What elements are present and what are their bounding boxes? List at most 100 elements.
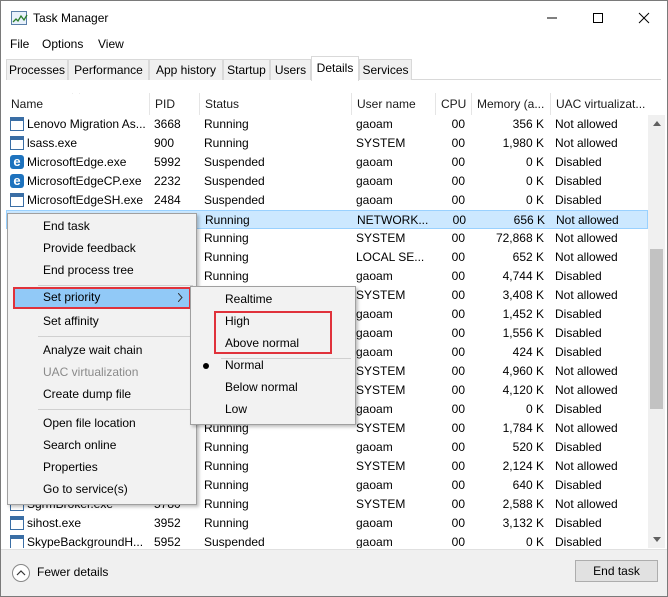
priority-normal[interactable]: Normal bbox=[191, 355, 355, 377]
cell-user: gaoam bbox=[356, 155, 393, 169]
column-header-uac-virtualization[interactable]: UAC virtualizat... bbox=[550, 93, 648, 115]
column-header-name[interactable]: Name bbox=[6, 93, 149, 115]
cell-name: MicrosoftEdgeSH.exe bbox=[27, 193, 144, 207]
menu-item-end-task[interactable]: End task bbox=[8, 216, 196, 238]
cell-pid: 2232 bbox=[154, 174, 181, 188]
cell-cpu: 00 bbox=[451, 193, 465, 207]
cell-mem: 3,132 K bbox=[502, 516, 544, 530]
minimize-icon bbox=[547, 17, 557, 19]
end-task-button[interactable]: End task bbox=[575, 560, 658, 582]
tab-services[interactable]: Services bbox=[359, 59, 412, 80]
menu-item-end-process-tree[interactable]: End process tree bbox=[8, 260, 196, 282]
maximize-button[interactable] bbox=[575, 1, 621, 35]
table-row[interactable]: e MicrosoftEdgeCP.exe 2232 Suspended gaoam 00… bbox=[6, 172, 648, 191]
menu-item-provide-feedback[interactable]: Provide feedback bbox=[8, 238, 196, 260]
cell-uac: Not allowed bbox=[555, 231, 618, 245]
menu-view[interactable]: View bbox=[98, 37, 124, 51]
menu-file[interactable]: File bbox=[10, 37, 29, 51]
cell-status: Suspended bbox=[204, 535, 265, 548]
table-row[interactable]: lsass.exe 900 Running SYSTEM 00 1,980 K Not al… bbox=[6, 134, 648, 153]
priority-submenu: Realtime High Above normal Normal Below … bbox=[190, 286, 356, 425]
column-header-memory[interactable]: Memory (a... bbox=[471, 93, 550, 115]
cell-cpu: 00 bbox=[451, 364, 465, 378]
minimize-button[interactable] bbox=[529, 1, 575, 35]
collapse-chevron-icon[interactable] bbox=[12, 564, 30, 582]
tab-startup[interactable]: Startup bbox=[223, 59, 270, 80]
column-header-user-name[interactable]: User name bbox=[351, 93, 435, 115]
cell-user: SYSTEM bbox=[356, 421, 406, 435]
cell-mem: 72,868 K bbox=[495, 231, 544, 245]
table-row[interactable]: Lenovo Migration As... 3668 Running gaoam 00… bbox=[6, 115, 648, 134]
table-row[interactable]: MicrosoftEdgeSH.exe 2484 Suspended gaoam 00 0… bbox=[6, 191, 648, 210]
menu-item-properties[interactable]: Properties bbox=[8, 457, 196, 479]
cell-uac: Disabled bbox=[555, 326, 602, 340]
menu-item-set-priority[interactable]: Set priority bbox=[13, 287, 191, 309]
cell-uac: Disabled bbox=[555, 193, 602, 207]
cell-uac: Not allowed bbox=[555, 250, 618, 264]
cell-mem: 356 K bbox=[512, 117, 544, 131]
column-header-status[interactable]: Status bbox=[199, 93, 351, 115]
menu-item-go-to-services[interactable]: Go to service(s) bbox=[8, 479, 196, 501]
scroll-down-arrow[interactable] bbox=[648, 531, 665, 548]
chevron-right-icon bbox=[178, 293, 183, 302]
cell-mem: 2,588 K bbox=[502, 497, 544, 511]
cell-mem: 1,784 K bbox=[502, 421, 544, 435]
column-header-cpu[interactable]: CPU bbox=[435, 93, 471, 115]
cell-name: SkypeBackgroundH... bbox=[27, 535, 144, 548]
menu-item-uac-virtualization: UAC virtualization bbox=[43, 365, 139, 379]
process-context-menu: End task Provide feedback End process tr… bbox=[7, 213, 197, 505]
scroll-thumb[interactable] bbox=[650, 249, 663, 409]
priority-realtime[interactable]: Realtime bbox=[191, 289, 355, 311]
tab-users[interactable]: Users bbox=[270, 59, 311, 80]
edge-icon: e bbox=[10, 174, 24, 188]
cell-cpu: 00 bbox=[451, 136, 465, 150]
priority-above-normal[interactable]: Above normal bbox=[191, 333, 355, 355]
cell-name: MicrosoftEdge.exe bbox=[27, 155, 127, 169]
menu-item-create-dump-file[interactable]: Create dump file bbox=[8, 384, 196, 406]
footer-bar: Fewer details End task bbox=[1, 549, 667, 596]
menu-item-search-online[interactable]: Search online bbox=[8, 435, 196, 457]
cell-mem: 4,120 K bbox=[502, 383, 544, 397]
cell-mem: 0 K bbox=[525, 193, 544, 207]
sort-ascending-icon bbox=[72, 93, 80, 94]
cell-cpu: 00 bbox=[451, 459, 465, 473]
scroll-up-arrow[interactable] bbox=[648, 115, 665, 132]
tab-performance[interactable]: Performance bbox=[68, 59, 149, 80]
menu-item-set-affinity[interactable]: Set affinity bbox=[8, 311, 196, 333]
priority-below-normal[interactable]: Below normal bbox=[191, 377, 355, 399]
close-button[interactable] bbox=[621, 1, 667, 35]
cell-uac: Not allowed bbox=[555, 117, 618, 131]
chevron-down-icon bbox=[652, 537, 661, 542]
cell-user: gaoam bbox=[356, 478, 393, 492]
cell-uac: Disabled bbox=[555, 307, 602, 321]
menu-options[interactable]: Options bbox=[42, 37, 83, 51]
maximize-icon bbox=[593, 13, 603, 23]
priority-low[interactable]: Low bbox=[191, 399, 355, 421]
cell-user: LOCAL SE... bbox=[356, 250, 425, 264]
table-row[interactable]: SkypeBackgroundH... 5952 Suspended gaoam 00 0… bbox=[6, 533, 648, 548]
cell-mem: 2,124 K bbox=[502, 459, 544, 473]
cell-mem: 0 K bbox=[525, 535, 544, 548]
cell-status: Running bbox=[204, 440, 249, 454]
priority-high[interactable]: High bbox=[191, 311, 355, 333]
cell-cpu: 00 bbox=[451, 478, 465, 492]
window-icon bbox=[10, 117, 24, 131]
table-row[interactable]: e MicrosoftEdge.exe 5992 Suspended gaoam 00 0 … bbox=[6, 153, 648, 172]
fewer-details-link[interactable]: Fewer details bbox=[37, 565, 108, 579]
menu-item-analyze-wait-chain[interactable]: Analyze wait chain bbox=[8, 340, 196, 362]
cell-mem: 0 K bbox=[525, 174, 544, 188]
column-header-pid[interactable]: PID bbox=[149, 93, 199, 115]
cell-mem: 1,452 K bbox=[502, 307, 544, 321]
menu-item-open-file-location[interactable]: Open file location bbox=[8, 413, 196, 435]
cell-cpu: 00 bbox=[451, 326, 465, 340]
tab-details[interactable]: Details bbox=[311, 56, 359, 81]
tab-strip: Processes Performance App history Startu… bbox=[6, 56, 661, 81]
table-row[interactable]: sihost.exe 3952 Running gaoam 00 3,132 K Disab… bbox=[6, 514, 648, 533]
tab-app-history[interactable]: App history bbox=[149, 59, 223, 80]
cell-uac: Disabled bbox=[555, 345, 602, 359]
tab-processes[interactable]: Processes bbox=[6, 59, 68, 80]
vertical-scrollbar[interactable] bbox=[648, 115, 665, 548]
cell-user: gaoam bbox=[356, 269, 393, 283]
window-icon bbox=[10, 516, 24, 530]
cell-pid: 900 bbox=[154, 136, 175, 150]
